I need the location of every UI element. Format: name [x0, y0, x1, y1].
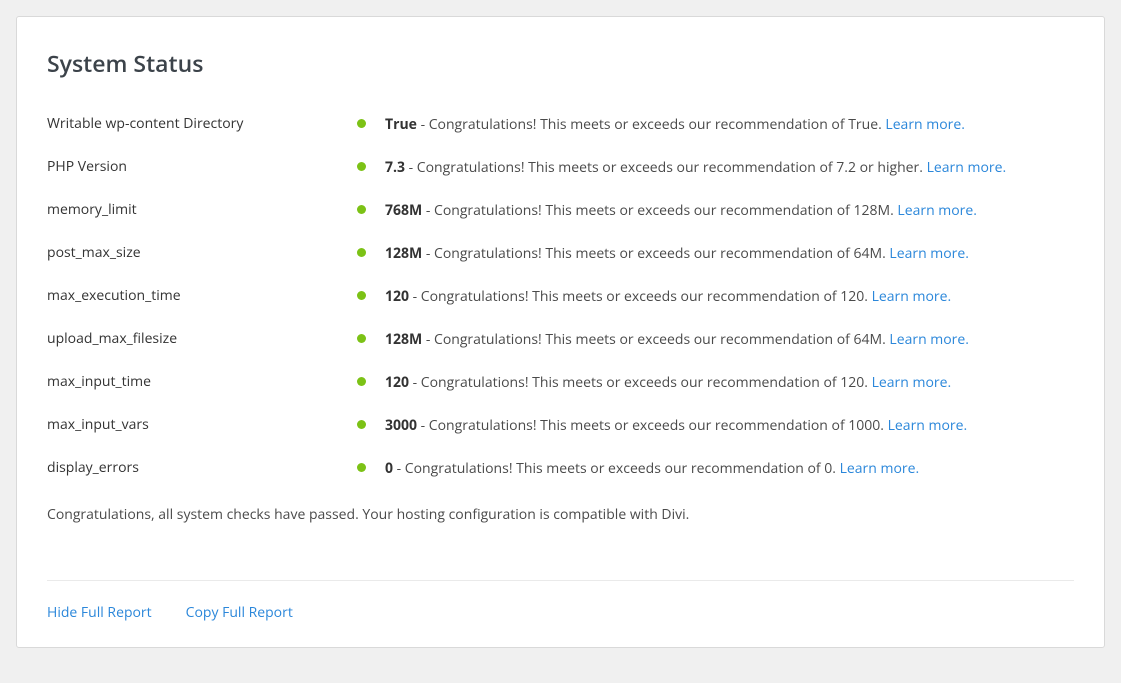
- status-message: - Congratulations! This meets or exceeds…: [422, 201, 897, 220]
- status-value-col: 120 - Congratulations! This meets or exc…: [385, 286, 1074, 307]
- status-message: - Congratulations! This meets or exceeds…: [417, 115, 885, 134]
- status-indicator-col: [357, 200, 385, 214]
- status-message: - Congratulations! This meets or exceeds…: [417, 416, 888, 435]
- status-row: max_input_vars 3000 - Congratulations! T…: [47, 404, 1074, 447]
- status-indicator-col: [357, 372, 385, 386]
- system-status-card: System Status Writable wp-content Direct…: [16, 16, 1105, 648]
- status-row: post_max_size 128M - Congratulations! Th…: [47, 232, 1074, 275]
- status-value: 128M: [385, 330, 422, 349]
- status-message: - Congratulations! This meets or exceeds…: [393, 459, 840, 478]
- status-value-col: 3000 - Congratulations! This meets or ex…: [385, 415, 1074, 436]
- status-value-col: 120 - Congratulations! This meets or exc…: [385, 372, 1074, 393]
- status-label: display_errors: [47, 458, 357, 477]
- status-value: 120: [385, 373, 409, 392]
- status-message: - Congratulations! This meets or exceeds…: [409, 373, 872, 392]
- status-dot-icon: [357, 334, 366, 343]
- status-dot-icon: [357, 420, 366, 429]
- status-message: - Congratulations! This meets or exceeds…: [405, 158, 927, 177]
- status-row: upload_max_filesize 128M - Congratulatio…: [47, 318, 1074, 361]
- status-indicator-col: [357, 157, 385, 171]
- summary-text: Congratulations, all system checks have …: [47, 504, 1074, 525]
- status-label: max_input_time: [47, 372, 357, 391]
- learn-more-link[interactable]: Learn more.: [885, 115, 965, 134]
- status-rows: Writable wp-content Directory True - Con…: [47, 103, 1074, 490]
- status-row: max_execution_time 120 - Congratulations…: [47, 275, 1074, 318]
- status-value: 3000: [385, 416, 417, 435]
- status-label: memory_limit: [47, 200, 357, 219]
- learn-more-link[interactable]: Learn more.: [872, 287, 952, 306]
- status-label: upload_max_filesize: [47, 329, 357, 348]
- status-value: 0: [385, 459, 393, 478]
- status-label: max_input_vars: [47, 415, 357, 434]
- status-value-col: 7.3 - Congratulations! This meets or exc…: [385, 157, 1074, 178]
- status-indicator-col: [357, 458, 385, 472]
- status-value-col: 0 - Congratulations! This meets or excee…: [385, 458, 1074, 479]
- status-dot-icon: [357, 248, 366, 257]
- learn-more-link[interactable]: Learn more.: [889, 244, 969, 263]
- status-value: 7.3: [385, 158, 405, 177]
- copy-full-report-link[interactable]: Copy Full Report: [186, 603, 293, 622]
- status-message: - Congratulations! This meets or exceeds…: [422, 244, 889, 263]
- learn-more-link[interactable]: Learn more.: [897, 201, 977, 220]
- learn-more-link[interactable]: Learn more.: [840, 459, 920, 478]
- status-row: max_input_time 120 - Congratulations! Th…: [47, 361, 1074, 404]
- status-label: post_max_size: [47, 243, 357, 262]
- status-indicator-col: [357, 243, 385, 257]
- status-indicator-col: [357, 286, 385, 300]
- status-dot-icon: [357, 205, 366, 214]
- learn-more-link[interactable]: Learn more.: [927, 158, 1007, 177]
- footer-actions: Hide Full Report Copy Full Report: [47, 581, 1074, 622]
- status-value: 768M: [385, 201, 422, 220]
- status-label: Writable wp-content Directory: [47, 114, 357, 133]
- status-row: memory_limit 768M - Congratulations! Thi…: [47, 189, 1074, 232]
- status-indicator-col: [357, 329, 385, 343]
- status-dot-icon: [357, 377, 366, 386]
- status-indicator-col: [357, 415, 385, 429]
- status-dot-icon: [357, 291, 366, 300]
- status-value: 120: [385, 287, 409, 306]
- status-value: 128M: [385, 244, 422, 263]
- status-row: PHP Version 7.3 - Congratulations! This …: [47, 146, 1074, 189]
- status-value-col: 128M - Congratulations! This meets or ex…: [385, 243, 1074, 264]
- status-message: - Congratulations! This meets or exceeds…: [409, 287, 872, 306]
- learn-more-link[interactable]: Learn more.: [888, 416, 968, 435]
- status-value: True: [385, 115, 417, 134]
- learn-more-link[interactable]: Learn more.: [872, 373, 952, 392]
- learn-more-link[interactable]: Learn more.: [889, 330, 969, 349]
- page-title: System Status: [47, 47, 1074, 79]
- status-dot-icon: [357, 162, 366, 171]
- status-dot-icon: [357, 119, 366, 128]
- hide-full-report-link[interactable]: Hide Full Report: [47, 603, 152, 622]
- status-value-col: 128M - Congratulations! This meets or ex…: [385, 329, 1074, 350]
- status-value-col: True - Congratulations! This meets or ex…: [385, 114, 1074, 135]
- status-indicator-col: [357, 114, 385, 128]
- status-label: max_execution_time: [47, 286, 357, 305]
- status-row: Writable wp-content Directory True - Con…: [47, 103, 1074, 146]
- status-message: - Congratulations! This meets or exceeds…: [422, 330, 889, 349]
- status-value-col: 768M - Congratulations! This meets or ex…: [385, 200, 1074, 221]
- status-dot-icon: [357, 463, 366, 472]
- status-row: display_errors 0 - Congratulations! This…: [47, 447, 1074, 490]
- status-label: PHP Version: [47, 157, 357, 176]
